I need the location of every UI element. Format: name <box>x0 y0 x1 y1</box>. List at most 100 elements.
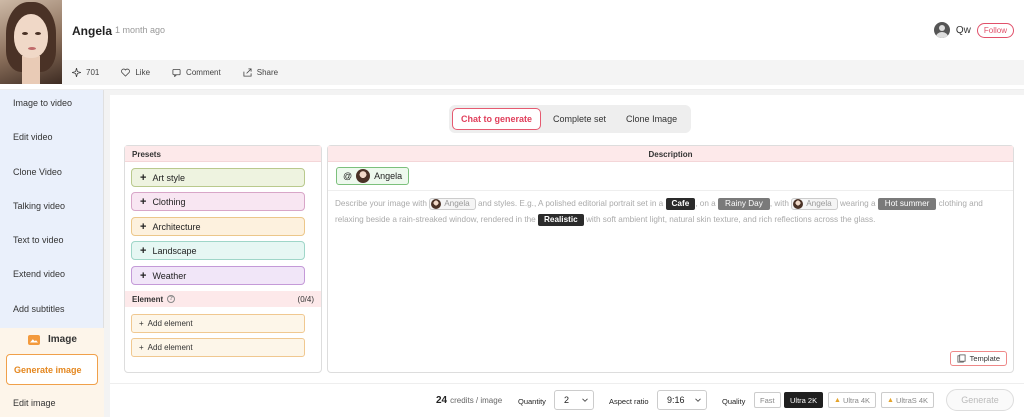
plus-icon: + <box>140 171 147 184</box>
character-ref-chip[interactable]: Angela <box>429 197 476 210</box>
share-icon <box>243 68 252 77</box>
character-avatar <box>793 198 804 209</box>
element-label: Element <box>132 294 164 304</box>
credits-value: 24 <box>436 395 448 406</box>
mention-at: @ <box>343 171 353 181</box>
element-label-group: Element ? <box>132 294 176 304</box>
quantity-label: Quantity <box>518 397 546 406</box>
preset-label: Art style <box>152 172 185 183</box>
presets-panel: Presets + Art style + Clothing + Archite… <box>124 145 322 373</box>
quality-ultras-4k[interactable]: ▲ UltraS 4K <box>881 392 935 408</box>
description-panel: Description @ Angela Describe your image… <box>327 145 1014 373</box>
owner-name[interactable]: Qw <box>956 25 971 36</box>
credits-info: 24 credits / image <box>436 395 502 406</box>
help-icon[interactable]: ? <box>167 295 176 303</box>
app-root: Angela 1 month ago Qw Follow 701 Like Co… <box>0 0 1024 417</box>
plus-icon: + <box>140 195 147 208</box>
user-name[interactable]: Angela <box>72 24 112 38</box>
chevron-down-icon <box>695 398 701 402</box>
chip-realistic[interactable]: Realistic <box>538 213 584 226</box>
crown-icon: ▲ <box>834 396 841 404</box>
template-label: Template <box>969 354 1000 363</box>
heart-icon <box>121 68 131 77</box>
add-element-label: Add element <box>147 343 193 352</box>
preset-label: Architecture <box>152 221 201 232</box>
sidebar-item-talking-video[interactable]: Talking video <box>13 201 65 211</box>
owner-avatar[interactable] <box>933 22 950 38</box>
generate-button[interactable]: Generate <box>946 389 1014 411</box>
sidebar-item-generate-image[interactable]: Generate image <box>6 354 98 385</box>
sidebar-item-text-to-video[interactable]: Text to video <box>13 235 64 245</box>
placeholder-text: , with <box>769 199 789 208</box>
quality-ultra-4k[interactable]: ▲ Ultra 4K <box>828 392 877 408</box>
share-button[interactable]: Share <box>243 68 278 77</box>
sidebar-section-image[interactable]: Image <box>28 334 77 345</box>
description-title: Description <box>328 146 1013 162</box>
comment-icon <box>172 68 181 77</box>
plus-icon: + <box>139 319 144 328</box>
template-button[interactable]: Template <box>949 351 1007 366</box>
sidebar-item-image-to-video[interactable]: Image to video <box>13 98 72 108</box>
owner-info: Qw Follow <box>933 22 1014 38</box>
plus-icon: + <box>140 220 147 233</box>
mode-tabs: Chat to generate Complete set Clone Imag… <box>449 105 691 133</box>
quality-label: Quality <box>722 397 746 406</box>
chevron-down-icon <box>582 398 588 402</box>
placeholder-text: , on a <box>695 199 716 208</box>
mention-name: Angela <box>374 171 403 181</box>
likes-count-item[interactable]: 701 <box>72 68 99 77</box>
quality-ultra-2k[interactable]: Ultra 2K <box>784 392 824 408</box>
plus-icon: + <box>140 244 147 257</box>
sidebar-item-edit-video[interactable]: Edit video <box>13 132 53 142</box>
chip-cafe[interactable]: Cafe <box>665 197 696 210</box>
sidebar-item-add-subtitles[interactable]: Add subtitles <box>13 304 65 314</box>
character-ref-chip[interactable]: Angela <box>791 197 838 210</box>
user-avatar[interactable] <box>0 0 62 84</box>
presets-title: Presets <box>125 146 321 162</box>
aspect-ratio-value: 9:16 <box>667 395 685 405</box>
sparkle-icon <box>72 68 81 77</box>
comment-button[interactable]: Comment <box>172 68 221 77</box>
actions-bar: 701 Like Comment Share <box>62 60 1024 85</box>
add-element-button-1[interactable]: + Add element <box>131 314 305 333</box>
character-avatar <box>356 169 371 183</box>
post-header: Angela 1 month ago Qw Follow 701 Like Co… <box>0 0 1024 90</box>
add-element-button-2[interactable]: + Add element <box>131 338 305 357</box>
sidebar-item-extend-video[interactable]: Extend video <box>13 269 65 279</box>
plus-icon: + <box>140 269 147 282</box>
follow-button[interactable]: Follow <box>976 22 1014 38</box>
chip-hot-summer[interactable]: Hot summer <box>877 197 937 210</box>
quantity-value: 2 <box>564 395 570 405</box>
share-label: Share <box>256 68 279 77</box>
aspect-ratio-select[interactable]: 9:16 <box>657 390 707 410</box>
quality-fast[interactable]: Fast <box>754 392 781 408</box>
preset-architecture[interactable]: + Architecture <box>131 217 305 236</box>
aspect-ratio-label: Aspect ratio <box>609 397 649 406</box>
preset-weather[interactable]: + Weather <box>131 266 305 285</box>
like-button[interactable]: Like <box>121 68 150 77</box>
preset-landscape[interactable]: + Landscape <box>131 241 305 260</box>
crown-icon: ▲ <box>887 396 894 404</box>
element-count: (0/4) <box>297 294 314 304</box>
quantity-select[interactable]: 2 <box>554 390 594 410</box>
comment-label: Comment <box>186 68 221 77</box>
preset-label: Clothing <box>152 196 186 207</box>
sidebar-item-edit-image[interactable]: Edit image <box>13 398 56 408</box>
image-icon <box>28 334 40 345</box>
character-avatar <box>431 198 442 209</box>
element-header: Element ? (0/4) <box>125 291 321 307</box>
chip-label: Angela <box>444 198 470 208</box>
sidebar-section-label: Image <box>48 334 77 345</box>
tab-chat-to-generate[interactable]: Chat to generate <box>452 108 542 130</box>
chip-label: Angela <box>806 198 832 208</box>
description-textarea[interactable]: Describe your image with Angela and styl… <box>335 196 1007 228</box>
tab-clone-image[interactable]: Clone Image <box>618 109 685 129</box>
sidebar-item-clone-video[interactable]: Clone Video <box>13 167 62 177</box>
tab-complete-set[interactable]: Complete set <box>545 109 614 129</box>
character-mention-tag[interactable]: @ Angela <box>336 167 410 185</box>
placeholder-text: wearing a <box>840 199 876 208</box>
preset-label: Weather <box>152 270 187 281</box>
chip-rainy-day[interactable]: Rainy Day <box>718 197 770 210</box>
preset-art-style[interactable]: + Art style <box>131 168 305 187</box>
preset-clothing[interactable]: + Clothing <box>131 192 305 211</box>
